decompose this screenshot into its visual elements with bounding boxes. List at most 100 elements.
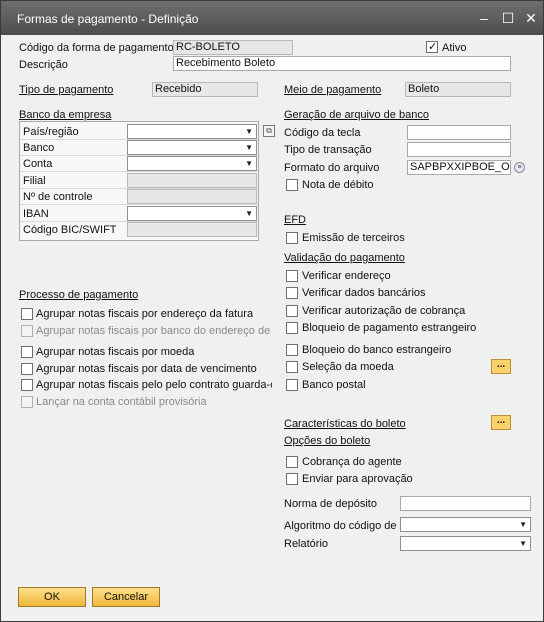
cancel-button[interactable]: Cancelar — [92, 587, 160, 607]
chevron-down-icon: ▼ — [519, 520, 527, 529]
algoritmo-select[interactable]: ▼ — [400, 517, 531, 532]
selecao-moeda-ellipsis-button[interactable]: ... — [491, 359, 511, 374]
pais-select[interactable]: ▼ — [127, 124, 257, 139]
conta-label: Conta — [23, 158, 53, 170]
ok-button[interactable]: OK — [18, 587, 86, 607]
bloqueio-pagamento-label: Bloqueio de pagamento estrangeiro — [302, 322, 477, 334]
banco-empresa-grid: País/região ▼ Banco ▼ Conta ▼ Filial Nº … — [19, 121, 259, 241]
check-icon: ✓ — [428, 41, 438, 53]
validacao-section: Validação do pagamento — [284, 252, 405, 264]
algoritmo-label: Algoritmo do código de b — [284, 520, 399, 532]
agrupar-endereco-label: Agrupar notas fiscais por endereço da fa… — [36, 308, 254, 320]
codigo-field[interactable]: RC-BOLETO — [173, 40, 293, 55]
payment-methods-window: Formas de pagamento - Definição – ☐ ✕ Có… — [0, 0, 544, 622]
verificar-autorizacao-label: Verificar autorização de cobrança — [302, 305, 466, 317]
tipo-transacao-label: Tipo de transação — [284, 144, 372, 156]
verificar-dados-label: Verificar dados bancários — [302, 287, 426, 299]
bank-row-iban: IBAN ▼ — [20, 206, 258, 222]
enviar-aprovacao-label: Enviar para aprovação — [302, 473, 413, 485]
bank-row-bic: Código BIC/SWIFT — [20, 222, 258, 238]
agrupar-banco-label: Agrupar notas fiscais por banco do ender… — [36, 325, 272, 337]
chevron-down-icon: ▼ — [245, 143, 253, 152]
norma-deposito-label: Norma de depósito — [284, 498, 377, 510]
chevron-down-icon: ▼ — [245, 127, 253, 136]
verificar-autorizacao-checkbox[interactable] — [286, 305, 298, 317]
window-title: Formas de pagamento - Definição — [17, 12, 199, 26]
selecao-moeda-checkbox[interactable] — [286, 361, 298, 373]
controle-field[interactable] — [127, 189, 257, 204]
relatorio-select[interactable]: ▼ — [400, 536, 531, 551]
minimize-icon[interactable]: – — [475, 9, 493, 27]
tipo-pagamento-label: Tipo de pagamento — [19, 84, 114, 96]
codigo-label: Código da forma de pagamento — [19, 42, 174, 54]
verificar-endereco-label: Verificar endereço — [302, 270, 391, 282]
relatorio-label: Relatório — [284, 538, 329, 550]
descricao-field[interactable]: Recebimento Boleto — [173, 56, 511, 71]
bank-row-pais: País/região ▼ — [20, 124, 258, 140]
banco-postal-checkbox[interactable] — [286, 379, 298, 391]
efd-section: EFD — [284, 214, 306, 226]
filial-label: Filial — [23, 175, 46, 187]
verificar-dados-checkbox[interactable] — [286, 287, 298, 299]
filial-field[interactable] — [127, 173, 257, 188]
formato-field[interactable]: SAPBPXXIPBOE_OBC — [407, 160, 511, 175]
agrupar-vencimento-label: Agrupar notas fiscais por data de vencim… — [36, 363, 257, 375]
bank-row-controle: Nº de controle — [20, 189, 258, 205]
geracao-section: Geração de arquivo de banco — [284, 109, 429, 121]
nota-debito-label: Nota de débito — [302, 179, 374, 191]
agrupar-vencimento-checkbox[interactable] — [21, 363, 33, 375]
bank-row-banco: Banco ▼ — [20, 140, 258, 156]
emissao-terceiros-label: Emissão de terceiros — [302, 232, 405, 244]
bloqueio-pagamento-checkbox[interactable] — [286, 322, 298, 334]
agrupar-contrato-label: Agrupar notas fiscais pelo pelo contrato… — [36, 379, 272, 391]
agrupar-moeda-label: Agrupar notas fiscais por moeda — [36, 346, 195, 358]
meio-pagamento-label: Meio de pagamento — [284, 84, 382, 96]
codigo-tecla-field[interactable] — [407, 125, 511, 140]
agrupar-moeda-checkbox[interactable] — [21, 346, 33, 358]
enviar-aprovacao-checkbox[interactable] — [286, 473, 298, 485]
caracteristicas-boleto-section: Características do boleto — [284, 418, 406, 430]
meio-pagamento-field[interactable]: Boleto — [405, 82, 511, 97]
conta-select[interactable]: ▼ — [127, 156, 257, 171]
banco-postal-label: Banco postal — [302, 379, 366, 391]
iban-select[interactable]: ▼ — [127, 206, 257, 221]
banco-select[interactable]: ▼ — [127, 140, 257, 155]
agrupar-endereco-checkbox[interactable] — [21, 308, 33, 320]
caracteristicas-ellipsis-button[interactable]: ... — [491, 415, 511, 430]
list-icon[interactable]: ≡ — [514, 162, 525, 173]
pais-label: País/região — [23, 126, 79, 138]
controle-label: Nº de controle — [23, 191, 93, 203]
banco-label: Banco — [23, 142, 55, 154]
tipo-pagamento-field[interactable]: Recebido — [152, 82, 258, 97]
formato-label: Formato do arquivo — [284, 162, 380, 174]
banco-empresa-section: Banco da empresa — [19, 109, 112, 121]
opcoes-boleto-section: Opções do boleto — [284, 435, 371, 447]
cobranca-agente-label: Cobrança do agente — [302, 456, 402, 468]
agrupar-contrato-checkbox[interactable] — [21, 379, 33, 391]
chevron-down-icon: ▼ — [245, 159, 253, 168]
bloqueio-banco-label: Bloqueio do banco estrangeiro — [302, 344, 452, 356]
bic-field[interactable] — [127, 222, 257, 237]
processo-section: Processo de pagamento — [19, 289, 139, 301]
tipo-transacao-field[interactable] — [407, 142, 511, 157]
lancar-conta-label: Lançar na conta contábil provisória — [36, 396, 207, 408]
close-icon[interactable]: ✕ — [522, 9, 540, 27]
title-bar[interactable]: Formas de pagamento - Definição – ☐ ✕ — [1, 1, 543, 35]
bic-label: Código BIC/SWIFT — [23, 224, 117, 236]
agrupar-banco-checkbox[interactable] — [21, 325, 33, 337]
descricao-label: Descrição — [19, 59, 68, 71]
selecao-moeda-label: Seleção da moeda — [302, 361, 394, 373]
norma-deposito-field[interactable] — [400, 496, 531, 511]
form-body: Código da forma de pagamento RC-BOLETO ✓… — [1, 35, 543, 621]
verificar-endereco-checkbox[interactable] — [286, 270, 298, 282]
chevron-down-icon: ▼ — [519, 539, 527, 548]
bloqueio-banco-checkbox[interactable] — [286, 344, 298, 356]
cobranca-agente-checkbox[interactable] — [286, 456, 298, 468]
nota-debito-checkbox[interactable] — [286, 179, 298, 191]
lancar-conta-checkbox[interactable] — [21, 396, 33, 408]
iban-label: IBAN — [23, 208, 49, 220]
link-icon[interactable]: ⧉ — [263, 125, 275, 137]
maximize-icon[interactable]: ☐ — [499, 9, 517, 27]
emissao-terceiros-checkbox[interactable] — [286, 232, 298, 244]
ativo-checkbox[interactable]: ✓ — [426, 41, 438, 53]
